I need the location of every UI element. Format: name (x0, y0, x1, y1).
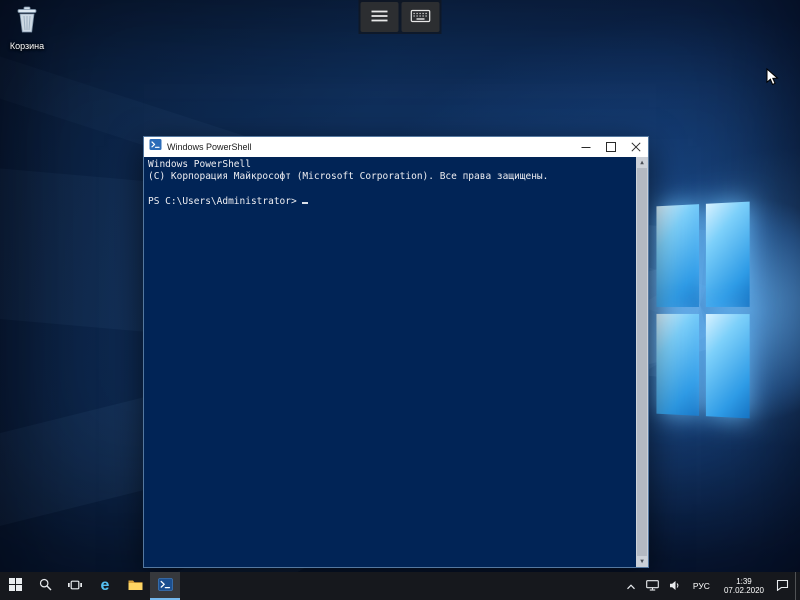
system-tray: РУС 1:39 07.02.2020 (622, 572, 800, 600)
clock-date: 07.02.2020 (724, 586, 764, 596)
action-center-icon (776, 579, 789, 594)
windows-logo-pane (656, 204, 698, 306)
powershell-icon (158, 578, 173, 594)
console-prompt-line: PS C:\Users\Administrator> (148, 195, 632, 208)
powershell-taskbar-button[interactable] (150, 572, 180, 600)
start-button[interactable] (0, 572, 30, 600)
volume-button[interactable] (665, 572, 685, 600)
clock-time: 1:39 (736, 577, 752, 587)
text-cursor (302, 195, 308, 204)
recycle-bin[interactable]: Корзина (2, 6, 52, 51)
network-button[interactable] (642, 572, 663, 600)
internet-explorer-icon: e (101, 578, 110, 594)
windows-start-icon (9, 578, 22, 594)
language-indicator[interactable]: РУС (687, 572, 716, 600)
minimize-icon (581, 140, 591, 155)
close-button[interactable] (623, 137, 648, 157)
hidden-icons-button[interactable] (622, 572, 640, 600)
minimize-button[interactable] (573, 137, 598, 157)
console-scrollbar[interactable]: ▲ ▼ (636, 157, 648, 567)
search-button[interactable] (30, 572, 60, 600)
file-explorer-button[interactable] (120, 572, 150, 600)
console-output[interactable]: Windows PowerShell (C) Корпорация Майкро… (144, 157, 648, 567)
console-line: (C) Корпорация Майкрософт (Microsoft Cor… (148, 171, 632, 183)
scroll-up-arrow[interactable]: ▲ (636, 157, 648, 168)
search-icon (39, 578, 52, 594)
volume-icon (669, 579, 681, 594)
taskbar: e (0, 572, 800, 600)
console-text: Windows PowerShell (C) Корпорация Майкро… (144, 157, 648, 210)
windows-logo-pane (656, 313, 698, 415)
action-center-button[interactable] (772, 572, 793, 600)
recycle-bin-label: Корзина (2, 41, 52, 51)
window-titlebar[interactable]: Windows PowerShell (144, 137, 648, 157)
folder-icon (128, 579, 143, 594)
task-view-button[interactable] (60, 572, 90, 600)
windows-logo (656, 202, 749, 419)
clock[interactable]: 1:39 07.02.2020 (718, 572, 770, 600)
chevron-up-icon (626, 579, 636, 594)
show-desktop-button[interactable] (795, 572, 800, 600)
vm-menu-button[interactable] (361, 2, 399, 32)
scroll-down-arrow[interactable]: ▼ (636, 556, 648, 567)
close-icon (631, 140, 641, 155)
network-icon (646, 579, 659, 594)
vm-keyboard-button[interactable] (402, 2, 440, 32)
task-view-icon (68, 579, 82, 594)
console-line (148, 183, 632, 195)
windows-logo-pane (705, 314, 749, 419)
internet-explorer-button[interactable]: e (90, 572, 120, 600)
console-line: Windows PowerShell (148, 159, 632, 171)
maximize-button[interactable] (598, 137, 623, 157)
maximize-icon (606, 140, 616, 155)
console-prompt: PS C:\Users\Administrator> (148, 196, 297, 207)
scrollbar-thumb[interactable] (637, 168, 647, 556)
hamburger-icon (371, 9, 389, 26)
recycle-bin-icon (14, 21, 40, 38)
window-title: Windows PowerShell (167, 142, 568, 152)
vm-console-toolbar (359, 0, 442, 34)
powershell-icon (149, 138, 162, 156)
window-controls (573, 137, 648, 157)
windows-logo-pane (705, 202, 749, 307)
powershell-window: Windows PowerShell (143, 136, 649, 568)
keyboard-icon (411, 9, 431, 26)
